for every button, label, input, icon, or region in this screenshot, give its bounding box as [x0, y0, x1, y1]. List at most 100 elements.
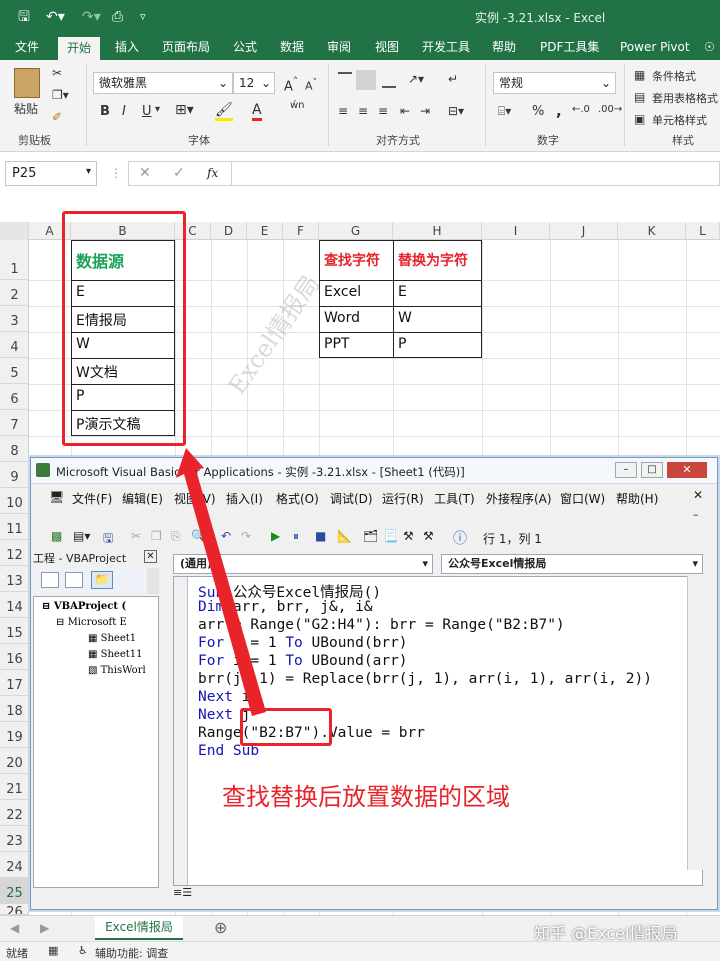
- vba-menu-addins[interactable]: 外接程序(A): [486, 490, 552, 507]
- vba-cut-icon[interactable]: ✂: [131, 529, 141, 543]
- formula-input[interactable]: [232, 161, 720, 186]
- number-format-box[interactable]: 常规 ⌄: [493, 72, 616, 94]
- code-line[interactable]: Dim arr, brr, j&, i&: [198, 599, 373, 615]
- design-mode-icon[interactable]: 📐: [337, 529, 352, 543]
- project-scrollbar[interactable]: [147, 568, 159, 594]
- align-right-icon[interactable]: ≡: [378, 104, 388, 118]
- vba-paste-icon[interactable]: ⎘: [171, 529, 181, 544]
- row-header[interactable]: 10: [0, 488, 29, 514]
- row-header[interactable]: 7: [0, 410, 29, 436]
- lookup-header-cell[interactable]: 查找字符: [320, 250, 380, 270]
- row-header[interactable]: 9: [0, 462, 29, 488]
- customize-qat-icon[interactable]: ▿: [140, 8, 146, 26]
- phonetic-icon[interactable]: ẃn: [290, 100, 305, 111]
- row-header[interactable]: 11: [0, 514, 29, 540]
- borders-icon[interactable]: ⊞▾: [175, 102, 194, 118]
- code-line[interactable]: brr(j, 1) = Replace(brr(j, 1), arr(i, 1)…: [198, 671, 652, 687]
- name-box[interactable]: P25 ▾: [5, 161, 97, 186]
- tab-formulas[interactable]: 公式: [233, 39, 257, 60]
- vba-menu-file[interactable]: 文件(F): [72, 490, 112, 507]
- row-header[interactable]: 18: [0, 696, 29, 722]
- macro-record-icon[interactable]: ▦: [48, 944, 58, 957]
- vba-menu-edit[interactable]: 编辑(E): [122, 490, 163, 507]
- minimize-icon[interactable]: –: [615, 462, 637, 478]
- copy-icon[interactable]: ❐▾: [52, 88, 69, 102]
- view-code-icon[interactable]: [41, 572, 59, 588]
- vba-find-icon[interactable]: 🔍: [191, 529, 206, 543]
- row-header[interactable]: 8: [0, 436, 29, 462]
- reset-icon[interactable]: ■: [315, 529, 326, 543]
- accounting-format-icon[interactable]: ⌸▾: [498, 104, 511, 119]
- align-bottom-icon[interactable]: [382, 84, 396, 88]
- code-vscrollbar[interactable]: [687, 576, 703, 870]
- tab-insert[interactable]: 插入: [115, 39, 139, 60]
- procedure-view-icon[interactable]: ≡☰: [173, 886, 192, 899]
- vba-copy-icon[interactable]: ❐: [151, 529, 162, 543]
- project-explorer-icon[interactable]: 🗂: [363, 529, 378, 543]
- vba-save-icon[interactable]: 🖫: [103, 529, 113, 550]
- orientation-icon[interactable]: ↗▾: [408, 72, 424, 86]
- row-header[interactable]: 15: [0, 618, 29, 644]
- object-browser-icon[interactable]: ⚒: [403, 529, 414, 543]
- view-object-icon[interactable]: [65, 572, 83, 588]
- format-as-table-icon[interactable]: ▤: [634, 90, 645, 104]
- fill-color-icon[interactable]: 🖌: [215, 102, 233, 121]
- tab-developer[interactable]: 开发工具: [422, 39, 470, 60]
- enter-icon[interactable]: ✓: [173, 165, 185, 181]
- lightbulb-icon[interactable]: ☉: [704, 39, 715, 60]
- column-header-d[interactable]: D: [211, 222, 247, 240]
- bold-button[interactable]: B: [100, 104, 110, 119]
- tab-home[interactable]: 开始: [58, 37, 100, 60]
- vba-help-icon[interactable]: ⓘ: [453, 528, 467, 548]
- tree-node-excel-objects[interactable]: ⊟ Microsoft E: [56, 617, 127, 628]
- break-icon[interactable]: ⏸: [293, 529, 299, 544]
- align-left-icon[interactable]: ≡: [338, 104, 348, 118]
- row-header[interactable]: 1: [0, 240, 29, 280]
- lookup-cell[interactable]: Word: [320, 310, 360, 326]
- replace-cell[interactable]: W: [394, 310, 412, 326]
- wrap-text-icon[interactable]: ↵: [448, 72, 458, 86]
- tree-node-thisworkbook[interactable]: ▧ ThisWorl: [88, 665, 146, 676]
- cell-styles-icon[interactable]: ▣: [634, 112, 645, 126]
- cancel-icon[interactable]: ✕: [139, 165, 151, 181]
- tab-data[interactable]: 数据: [280, 39, 304, 60]
- tab-view[interactable]: 视图: [375, 39, 399, 60]
- column-header-i[interactable]: I: [482, 222, 550, 240]
- row-header[interactable]: 2: [0, 280, 29, 306]
- format-painter-icon[interactable]: ✐: [52, 110, 62, 124]
- print-preview-icon[interactable]: ⎙: [112, 8, 123, 26]
- merge-center-icon[interactable]: ⊟▾: [448, 104, 464, 118]
- tree-node-sheet11[interactable]: ▦ Sheet11: [88, 649, 143, 660]
- font-color-icon[interactable]: A: [252, 102, 262, 121]
- align-top-icon[interactable]: [338, 72, 352, 86]
- italic-button[interactable]: I: [122, 104, 126, 119]
- insert-module-icon[interactable]: ▤▾: [73, 529, 90, 543]
- tab-review[interactable]: 审阅: [327, 39, 351, 60]
- vba-menu-tools[interactable]: 工具(T): [434, 490, 475, 507]
- tab-file[interactable]: 文件: [15, 39, 39, 60]
- row-header[interactable]: 12: [0, 540, 29, 566]
- vba-menu-run[interactable]: 运行(R): [382, 490, 424, 507]
- column-header-f[interactable]: F: [283, 222, 319, 240]
- tab-page-layout[interactable]: 页面布局: [162, 39, 210, 60]
- procedure-dropdown[interactable]: 公众号Excel情报局 ▾: [441, 554, 703, 574]
- row-header[interactable]: 3: [0, 306, 29, 332]
- row-header[interactable]: 26: [0, 904, 29, 915]
- tab-pdf-tools[interactable]: PDF工具集: [540, 39, 599, 60]
- code-line[interactable]: arr = Range("G2:H4"): brr = Range("B2:B7…: [198, 617, 565, 633]
- vba-menu-debug[interactable]: 调试(D): [330, 490, 373, 507]
- toolbox-icon[interactable]: ⚒: [423, 529, 434, 543]
- underline-button[interactable]: U: [142, 104, 152, 119]
- name-box-dropdown-icon[interactable]: ▾: [86, 166, 91, 177]
- project-pane-close-icon[interactable]: ✕: [144, 550, 157, 563]
- lookup-cell[interactable]: PPT: [320, 336, 349, 352]
- vba-redo-icon[interactable]: ↷: [241, 529, 251, 543]
- close-icon[interactable]: ✕: [667, 462, 707, 478]
- conditional-format-button[interactable]: 条件格式: [652, 68, 696, 84]
- row-header[interactable]: 22: [0, 800, 29, 826]
- vba-menu-insert[interactable]: 插入(I): [226, 490, 263, 507]
- paste-icon[interactable]: [14, 68, 40, 98]
- row-header-selected[interactable]: 25: [0, 878, 29, 904]
- cell-styles-button[interactable]: 单元格样式: [652, 112, 707, 128]
- percent-button[interactable]: %: [532, 104, 544, 119]
